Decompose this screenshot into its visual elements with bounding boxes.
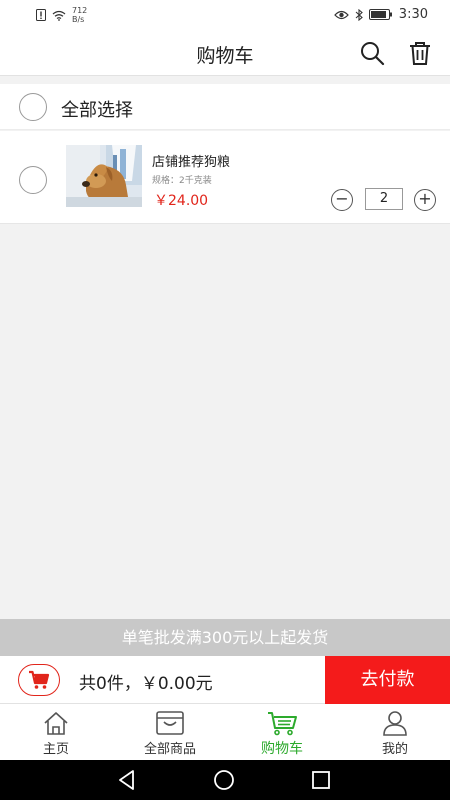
tab-cart[interactable]: 购物车: [246, 704, 318, 760]
status-time: 3:30: [398, 7, 428, 22]
tab-cart-label: 购物车: [261, 741, 303, 757]
cart-icon: [29, 670, 50, 689]
tab-all-products-label: 全部商品: [143, 742, 196, 757]
net-speed-value: 712: [72, 6, 88, 15]
checkout-button[interactable]: 去付款: [325, 656, 450, 704]
status-left: 712 B/s: [36, 6, 87, 24]
checkout-bar: 共0件，￥0.00元 去付款: [0, 656, 450, 704]
select-all-label: 全部选择: [61, 100, 133, 121]
nav-recents-button[interactable]: [311, 769, 331, 795]
cart-total: 共0件，￥0.00元: [79, 674, 213, 694]
product-image[interactable]: [66, 145, 142, 207]
tab-profile-label: 我的: [381, 742, 408, 757]
product-name[interactable]: 店铺推荐狗粮: [152, 151, 230, 170]
item-checkbox[interactable]: [19, 166, 47, 194]
dog-food-image: [66, 145, 142, 207]
cart-item: 店铺推荐狗粮 规格：2千克装 ￥24.00 − 2 +: [0, 131, 450, 224]
header: 购物车: [0, 30, 450, 76]
net-speed-unit: B/s: [72, 15, 85, 24]
quantity-decrease-button[interactable]: −: [331, 189, 353, 211]
quantity-increase-button[interactable]: +: [414, 189, 436, 211]
notification-icon: [36, 9, 46, 21]
bluetooth-icon: [355, 8, 363, 21]
trash-icon: [410, 42, 430, 65]
search-icon: [361, 42, 385, 66]
select-all-row[interactable]: 全部选择: [0, 84, 450, 130]
product-price: ￥24.00: [154, 193, 209, 209]
nav-back-button[interactable]: [117, 769, 137, 795]
delete-button[interactable]: [407, 40, 433, 66]
quantity-input[interactable]: 2: [365, 188, 403, 210]
recents-icon: [312, 771, 330, 789]
wholesale-notice: 单笔批发满300元以上起发货: [0, 619, 450, 656]
battery-icon: [368, 9, 392, 20]
system-nav-bar: [0, 760, 450, 800]
bottom-tab-bar: 主页 全部商品 购物车 我的: [0, 704, 450, 760]
status-bar: 712 B/s 3:30: [0, 0, 450, 30]
net-speed: 712 B/s: [72, 6, 87, 24]
store-icon: [156, 711, 184, 735]
user-icon: [383, 711, 407, 736]
status-right: 3:30: [333, 7, 428, 22]
wifi-icon: [52, 10, 66, 21]
product-spec: 规格：2千克装: [152, 176, 212, 186]
home-circle-icon: [214, 770, 234, 790]
tab-home[interactable]: 主页: [21, 704, 91, 760]
tab-home-label: 主页: [42, 742, 69, 757]
cart-summary-icon-wrap: [18, 664, 60, 696]
tab-all-products[interactable]: 全部商品: [130, 704, 210, 760]
search-button[interactable]: [359, 40, 385, 66]
nav-home-button[interactable]: [213, 769, 235, 795]
back-icon: [119, 770, 134, 790]
cart-icon: [268, 712, 297, 736]
home-icon: [44, 712, 68, 735]
select-all-checkbox[interactable]: [19, 93, 47, 121]
tab-profile[interactable]: 我的: [360, 704, 430, 760]
eye-icon: [333, 10, 349, 19]
